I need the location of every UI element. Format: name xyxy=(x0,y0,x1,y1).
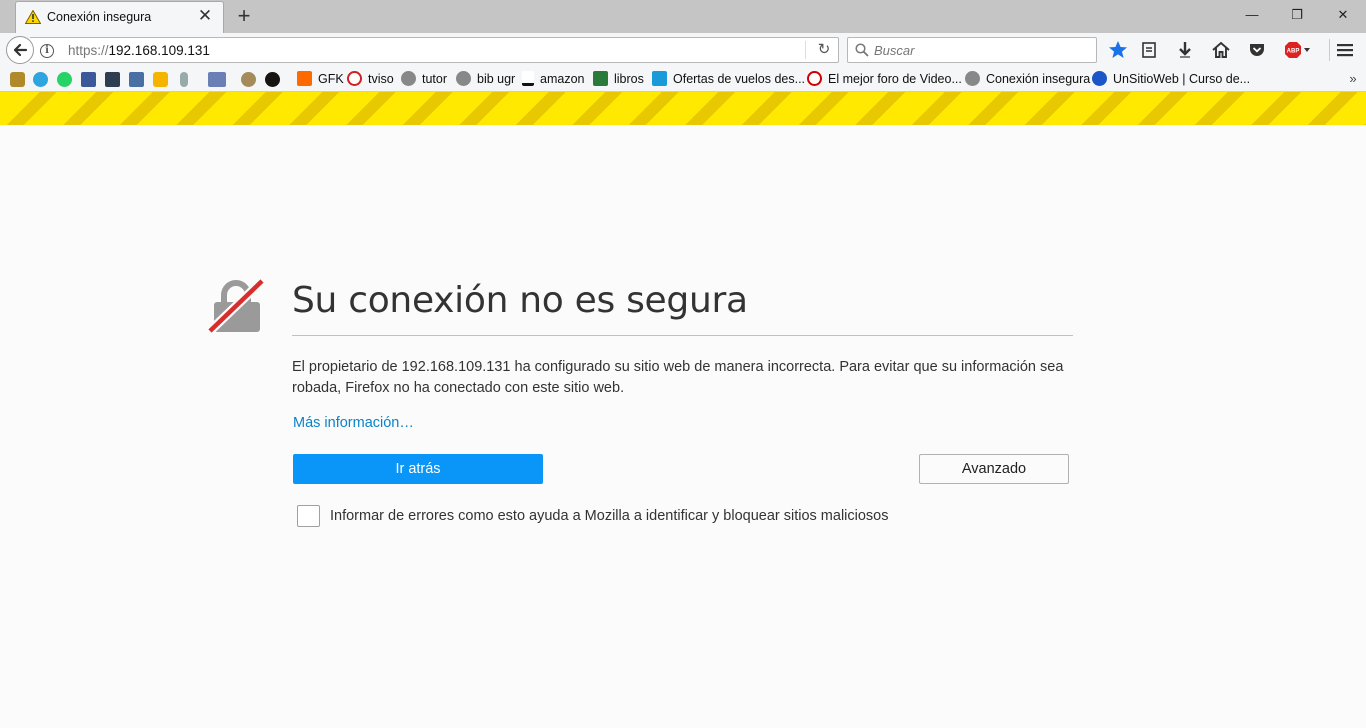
bookmark-label: Conexión insegura xyxy=(986,72,1091,86)
more-info-link[interactable]: Más información… xyxy=(293,415,414,431)
globe-icon xyxy=(965,71,980,86)
advanced-button[interactable]: Avanzado xyxy=(919,454,1069,484)
forum-icon xyxy=(807,71,822,86)
amazon-icon xyxy=(522,71,534,86)
bookmark-tviso[interactable]: tviso xyxy=(347,71,394,89)
tab-active[interactable]: Conexión insegura ✕ xyxy=(15,1,224,33)
report-errors-checkbox[interactable] xyxy=(297,505,320,527)
bookmark-label: El mejor foro de Video... xyxy=(828,72,962,86)
navigation-bar: i https://192.168.109.131 ↻ ABP xyxy=(0,33,1366,67)
bookmark-libros[interactable]: libros xyxy=(593,71,644,89)
bookmarks-overflow-icon[interactable]: » xyxy=(1346,71,1360,87)
bookmarks-menu-icon[interactable] xyxy=(1138,39,1160,61)
tab-title: Conexión insegura xyxy=(47,10,152,24)
bookmark-ui-icon[interactable] xyxy=(208,72,226,87)
bookmark-app-icon[interactable] xyxy=(105,72,120,87)
bookmark-star-icon[interactable] xyxy=(1107,39,1129,61)
url-text[interactable]: https://192.168.109.131 xyxy=(68,43,210,58)
whatsapp-icon[interactable] xyxy=(57,72,72,87)
bookmark-label: UnSitioWeb | Curso de... xyxy=(1113,72,1251,86)
bookmark-gfk[interactable]: GFK xyxy=(297,71,344,89)
home-icon[interactable] xyxy=(1210,39,1232,61)
warning-stripe xyxy=(0,92,1366,125)
title-divider xyxy=(292,335,1073,336)
crest-icon[interactable] xyxy=(241,72,256,87)
back-button[interactable] xyxy=(6,36,34,64)
url-bar[interactable]: i https://192.168.109.131 ↻ xyxy=(30,37,839,63)
info-bookmark-icon[interactable] xyxy=(180,72,188,87)
url-separator xyxy=(805,41,806,59)
bookmark-label: amazon xyxy=(540,72,585,86)
unsitioweb-icon xyxy=(1092,71,1107,86)
telegram-icon[interactable] xyxy=(33,72,48,87)
bookmark-label: GFK xyxy=(318,72,344,86)
search-input[interactable] xyxy=(874,41,1089,59)
libros-icon xyxy=(593,71,608,86)
pocket-icon[interactable] xyxy=(1246,39,1268,61)
bookmark-label: libros xyxy=(614,72,644,86)
bookmark-ofertas-vuelos[interactable]: Ofertas de vuelos des... xyxy=(652,71,805,89)
search-icon xyxy=(855,43,869,57)
globe-icon xyxy=(401,71,416,86)
go-back-button[interactable]: Ir atrás xyxy=(293,454,543,484)
adblock-icon[interactable]: ABP xyxy=(1283,39,1315,61)
bookmark-conexion-insegura[interactable]: Conexión insegura xyxy=(965,71,1090,89)
flights-icon xyxy=(652,71,667,86)
download-icon[interactable] xyxy=(1174,39,1196,61)
new-tab-button[interactable]: + xyxy=(233,3,255,29)
url-scheme: https:// xyxy=(68,43,109,58)
warning-icon xyxy=(25,10,41,24)
spotify-icon[interactable] xyxy=(265,72,280,87)
svg-text:ABP: ABP xyxy=(1287,49,1300,55)
report-errors-label: Informar de errores como esto ayuda a Mo… xyxy=(330,508,889,524)
bookmarks-toolbar: GFK tviso tutor bib ugr amazon libros Of… xyxy=(0,67,1366,92)
bookmark-web-icon[interactable] xyxy=(129,72,144,87)
tviso-icon xyxy=(347,71,362,86)
window-close-button[interactable]: ✕ xyxy=(1320,2,1366,30)
url-host: 192.168.109.131 xyxy=(108,43,210,58)
bookmark-label: tutor xyxy=(422,72,448,86)
bookmark-label: bib ugr xyxy=(477,72,516,86)
facebook-icon[interactable] xyxy=(81,72,96,87)
bookmark-unsitioweb[interactable]: UnSitioWeb | Curso de... xyxy=(1092,71,1250,89)
tab-strip: Conexión insegura ✕ + — ❐ ✕ xyxy=(0,0,1366,33)
bookmark-tutor[interactable]: tutor xyxy=(401,71,447,89)
bookmark-foro-video[interactable]: El mejor foro de Video... xyxy=(807,71,962,89)
info-icon[interactable]: i xyxy=(40,44,54,58)
error-description: El propietario de 192.168.109.131 ha con… xyxy=(292,359,1064,396)
bookmark-label: Ofertas de vuelos des... xyxy=(673,72,806,86)
google-drive-icon[interactable] xyxy=(153,72,168,87)
reload-icon[interactable]: ↻ xyxy=(814,40,834,60)
error-title: Su conexión no es segura xyxy=(292,280,748,321)
shield-bookmark-icon[interactable] xyxy=(10,72,25,87)
bookmark-amazon[interactable]: amazon xyxy=(522,71,584,89)
restore-button[interactable]: ❐ xyxy=(1274,2,1320,30)
arrow-left-icon xyxy=(13,43,28,57)
hamburger-menu-icon[interactable] xyxy=(1334,39,1356,61)
toolbar-separator xyxy=(1329,39,1330,61)
bookmark-bib-ugr[interactable]: bib ugr xyxy=(456,71,515,89)
bookmark-label: tviso xyxy=(368,72,394,86)
minimize-button[interactable]: — xyxy=(1229,2,1275,30)
globe-icon xyxy=(456,71,471,86)
tab-close-icon[interactable]: ✕ xyxy=(196,6,214,26)
gfk-icon xyxy=(297,71,312,86)
search-bar[interactable] xyxy=(847,37,1097,63)
broken-lock-icon xyxy=(208,277,264,333)
